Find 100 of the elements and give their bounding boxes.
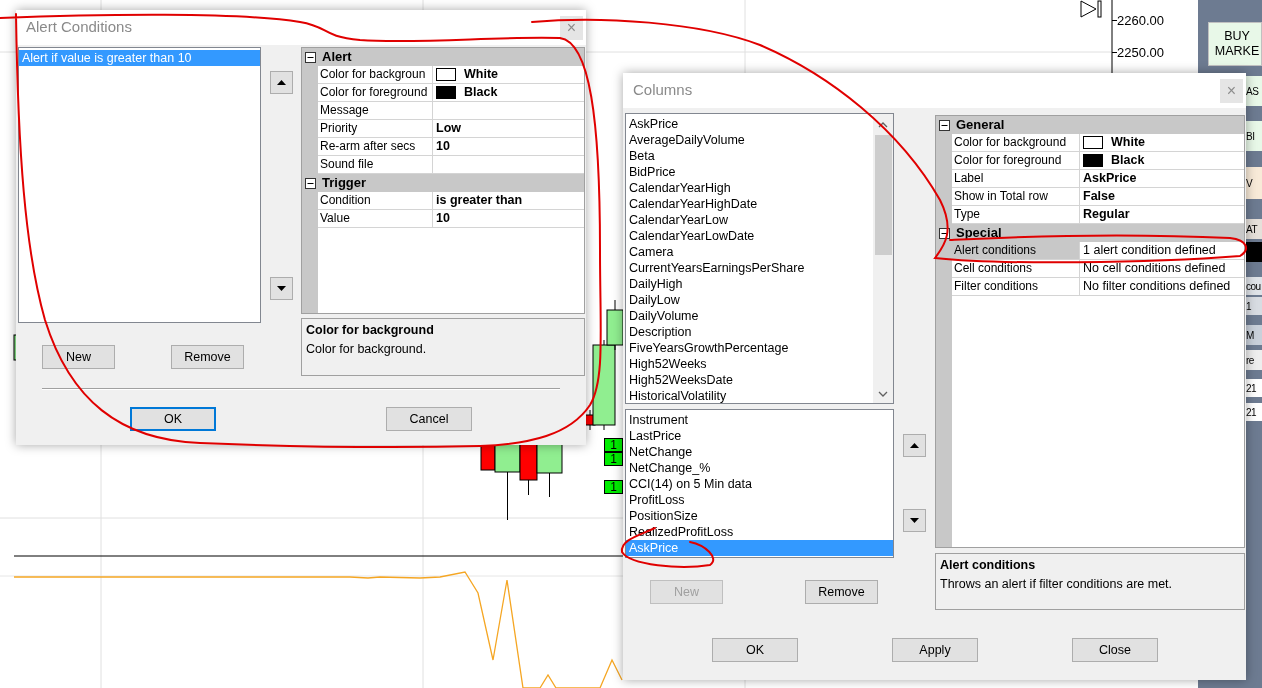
description-title: Alert conditions [940, 557, 1037, 574]
property-name[interactable]: Color for background [952, 134, 1080, 152]
category-header: General [956, 116, 1005, 135]
list-item[interactable]: CalendarYearLow [626, 212, 873, 228]
description-title: Color for background [306, 322, 435, 339]
button[interactable]: New [42, 345, 115, 369]
panel-field: BI [1246, 121, 1262, 151]
property-name[interactable]: Value [318, 210, 433, 228]
description-text: Throws an alert if filter conditions are met. [940, 575, 1174, 593]
list-item[interactable]: CurrentYearsEarningsPerShare [626, 260, 873, 276]
list-item[interactable]: NetChange [626, 444, 893, 460]
category-header: Special [956, 224, 1002, 243]
property-value[interactable]: AskPrice [1083, 169, 1137, 188]
property-name[interactable]: Condition [318, 192, 433, 210]
play-icon [1080, 0, 1102, 18]
button[interactable]: Apply [892, 638, 978, 662]
panel-field: M [1246, 325, 1262, 345]
property-value[interactable]: False [1083, 187, 1115, 206]
list-item[interactable]: DailyHigh [626, 276, 873, 292]
button[interactable]: Remove [171, 345, 244, 369]
list-item[interactable]: HistoricalVolatility [626, 388, 873, 404]
list-item[interactable]: CCI(14) on 5 Min data [626, 476, 893, 492]
down-triangle-icon [910, 518, 919, 523]
panel-field: cou [1246, 277, 1262, 295]
move-up-button[interactable] [269, 71, 293, 94]
order-button[interactable]: BUY MARKE [1208, 22, 1262, 66]
collapse-icon[interactable] [305, 51, 316, 63]
property-name[interactable]: Type [952, 206, 1080, 224]
property-value[interactable]: is greater than [436, 191, 523, 210]
property-value[interactable]: 1 alert condition defined [1083, 241, 1216, 260]
property-name[interactable]: Message [318, 102, 433, 120]
list-item[interactable]: High52Weeks [626, 356, 873, 372]
list-item[interactable]: CalendarYearHighDate [626, 196, 873, 212]
property-value[interactable]: Black [1111, 151, 1145, 170]
collapse-icon[interactable] [939, 119, 950, 131]
property-name[interactable]: Sound file [318, 156, 433, 174]
move-down-button[interactable] [903, 509, 926, 532]
window-title: Alert Conditions [26, 17, 132, 38]
property-value[interactable]: Low [436, 119, 461, 138]
button[interactable]: OK [712, 638, 798, 662]
panel-field: 21 [1246, 379, 1262, 397]
list-item[interactable]: AverageDailyVolume [626, 132, 873, 148]
price-label: 2260.00 [1117, 13, 1164, 27]
property-value[interactable]: 10 [436, 137, 450, 156]
button[interactable]: Remove [805, 580, 878, 604]
list-item[interactable]: BidPrice [626, 164, 873, 180]
list-item[interactable]: CalendarYearLowDate [626, 228, 873, 244]
panel-field: AS [1246, 76, 1262, 106]
property-value[interactable]: No cell conditions defined [1083, 259, 1226, 278]
property-name[interactable]: Filter conditions [952, 278, 1080, 296]
panel-field: 1 [1246, 297, 1262, 315]
property-name[interactable]: Color for foreground [952, 152, 1080, 170]
property-value[interactable]: No filter conditions defined [1083, 277, 1231, 296]
list-item[interactable]: Beta [626, 148, 873, 164]
list-item[interactable]: Instrument [626, 412, 893, 428]
up-triangle-icon [276, 80, 286, 85]
button[interactable]: Close [1072, 638, 1158, 662]
property-value[interactable]: Black [464, 83, 498, 102]
move-down-button[interactable] [269, 277, 293, 300]
price-label: 2250.00 [1117, 45, 1164, 59]
property-name[interactable]: Re-arm after secs [318, 138, 433, 156]
list-item[interactable]: High52WeeksDate [626, 372, 873, 388]
list-item[interactable]: AskPrice [626, 116, 873, 132]
list-item[interactable]: FiveYearsGrowthPercentage [626, 340, 873, 356]
collapse-icon[interactable] [939, 227, 950, 239]
panel-field: re [1246, 350, 1262, 370]
scroll-thumb[interactable] [874, 135, 892, 255]
signal-badge: 1 [604, 452, 623, 466]
property-value[interactable]: White [1111, 133, 1146, 152]
property-name[interactable]: Label [952, 170, 1080, 188]
list-item[interactable]: PositionSize [626, 508, 893, 524]
category-header: Trigger [322, 174, 367, 193]
button[interactable]: OK [130, 407, 216, 431]
list-item[interactable]: CalendarYearHigh [626, 180, 873, 196]
signal-badge: 1 [604, 480, 623, 494]
status-block [1246, 242, 1262, 262]
property-name[interactable]: Show in Total row [952, 188, 1080, 206]
window-title: Columns [633, 80, 693, 101]
property-value[interactable]: Regular [1083, 205, 1130, 224]
property-name[interactable]: Alert conditions [952, 242, 1080, 260]
collapse-icon[interactable] [305, 177, 316, 189]
property-value[interactable]: 10 [436, 209, 450, 228]
list-item[interactable]: ProfitLoss [626, 492, 893, 508]
list-item[interactable]: Description [626, 324, 873, 340]
property-name[interactable]: Color for backgroun [318, 66, 433, 84]
list-item[interactable]: LastPrice [626, 428, 893, 444]
property-name[interactable]: Priority [318, 120, 433, 138]
scrollbar[interactable] [873, 114, 893, 403]
panel-field: V [1246, 167, 1262, 199]
list-item[interactable]: Camera [626, 244, 873, 260]
property-value[interactable]: White [464, 65, 499, 84]
list-item[interactable]: DailyVolume [626, 308, 873, 324]
signal-badge: 1 [604, 438, 623, 452]
list-item[interactable]: DailyLow [626, 292, 873, 308]
button[interactable]: Cancel [386, 407, 472, 431]
move-up-button[interactable] [903, 434, 926, 457]
list-item[interactable]: NetChange_% [626, 460, 893, 476]
chevron-up-icon [878, 122, 888, 128]
property-name[interactable]: Color for foreground [318, 84, 433, 102]
up-triangle-icon [910, 443, 919, 448]
